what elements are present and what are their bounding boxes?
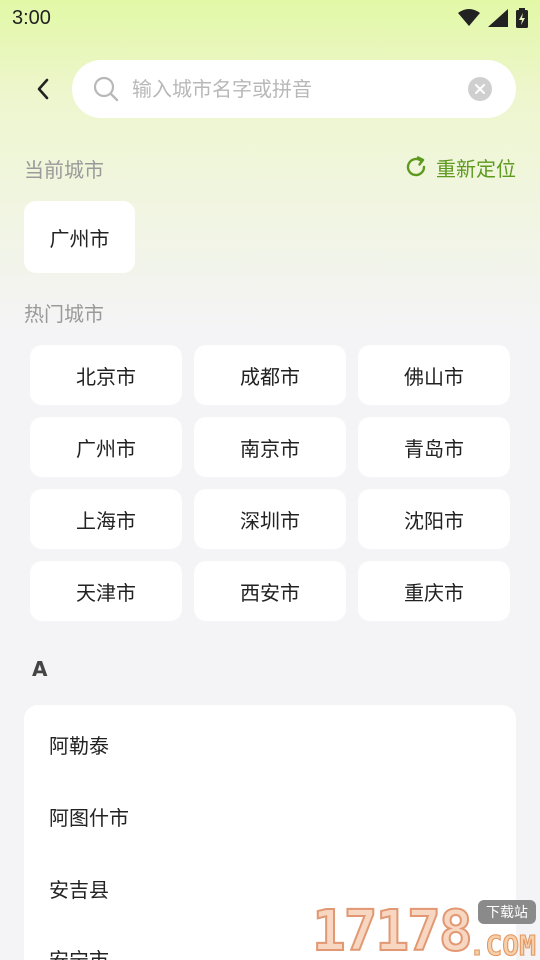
signal-icon bbox=[488, 9, 508, 27]
back-button[interactable] bbox=[28, 74, 58, 104]
status-bar: 3:00 bbox=[0, 0, 540, 36]
watermark-suffix: .COM bbox=[468, 929, 536, 960]
hot-city-chip[interactable]: 西安市 bbox=[194, 561, 346, 621]
hot-city-chip[interactable]: 佛山市 bbox=[358, 345, 510, 405]
refresh-icon bbox=[406, 156, 426, 177]
status-icons bbox=[458, 8, 528, 28]
wifi-icon bbox=[458, 9, 480, 26]
list-item[interactable]: 安宁市 bbox=[49, 944, 109, 960]
watermark-number: 17178 bbox=[311, 898, 474, 960]
watermark-logo: 17178 下载站 .COM bbox=[310, 898, 540, 960]
battery-icon bbox=[516, 8, 528, 28]
hot-city-chip[interactable]: 南京市 bbox=[194, 417, 346, 477]
hot-city-chip[interactable]: 青岛市 bbox=[358, 417, 510, 477]
hot-city-chip[interactable]: 广州市 bbox=[30, 417, 182, 477]
list-item[interactable]: 阿勒泰 bbox=[49, 730, 109, 759]
watermark-badge: 下载站 bbox=[478, 900, 536, 924]
list-item[interactable]: 安吉县 bbox=[49, 874, 109, 903]
list-item[interactable]: 阿图什市 bbox=[49, 802, 129, 831]
hot-city-chip[interactable]: 天津市 bbox=[30, 561, 182, 621]
current-city-label: 当前城市 bbox=[24, 158, 104, 182]
current-city-chip[interactable]: 广州市 bbox=[24, 201, 135, 273]
search-icon bbox=[93, 76, 119, 102]
index-letter: A bbox=[32, 657, 48, 681]
relocate-button[interactable]: 重新定位 bbox=[404, 153, 516, 181]
hot-city-chip[interactable]: 北京市 bbox=[30, 345, 182, 405]
search-box[interactable] bbox=[72, 60, 516, 118]
hot-cities-label: 热门城市 bbox=[24, 302, 104, 326]
search-row bbox=[0, 60, 540, 118]
hot-city-chip[interactable]: 沈阳市 bbox=[358, 489, 510, 549]
back-arrow-icon bbox=[37, 78, 49, 100]
hot-city-chip[interactable]: 上海市 bbox=[30, 489, 182, 549]
relocate-label: 重新定位 bbox=[436, 156, 516, 181]
hot-city-chip[interactable]: 深圳市 bbox=[194, 489, 346, 549]
status-time: 3:00 bbox=[12, 6, 51, 29]
clear-icon[interactable] bbox=[468, 77, 492, 101]
search-input[interactable] bbox=[132, 60, 462, 118]
hot-city-chip[interactable]: 重庆市 bbox=[358, 561, 510, 621]
hot-city-chip[interactable]: 成都市 bbox=[194, 345, 346, 405]
